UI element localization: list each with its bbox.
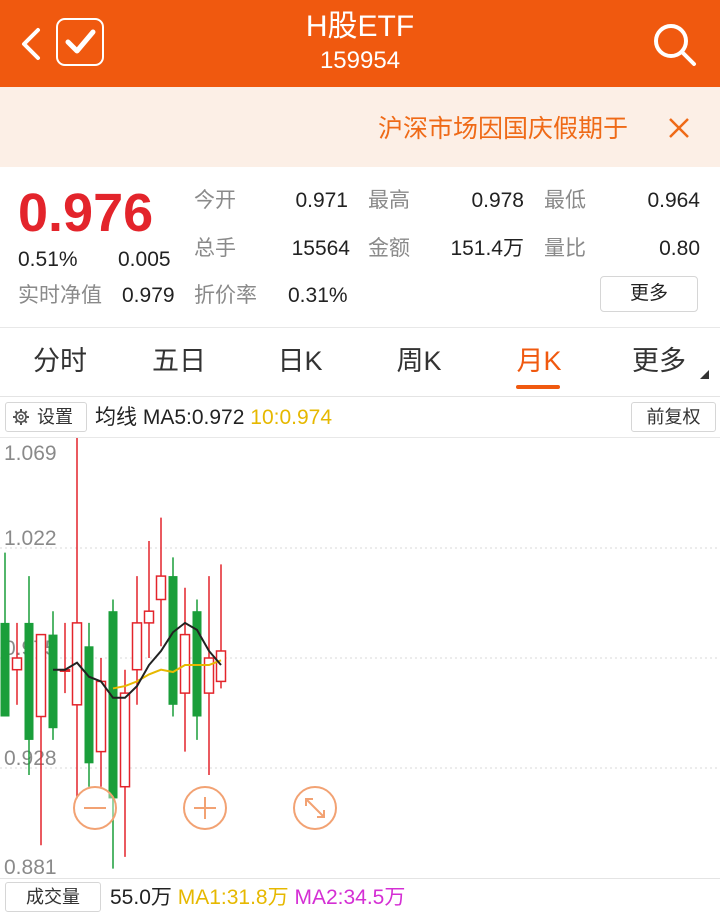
y-tick-label: 1.069 [4,442,57,465]
candle [24,576,34,776]
candle-body [24,622,34,740]
active-tab-indicator [516,385,560,389]
volume-ma1: MA1:31.8万 [177,886,289,909]
ma-legend: 均线 MA5:0.972 10:0.974 [95,405,332,431]
candle [11,622,23,705]
gear-icon [13,409,29,425]
candle-body [168,576,178,705]
nav-label: 实时净值 [18,284,102,307]
discount-value: 0.31% [288,284,348,307]
candle [192,599,202,740]
tab-five-day[interactable]: 五日 [124,344,234,378]
volume-label: 总手 [194,237,236,260]
chart-grid [0,547,720,769]
adjust-button[interactable]: 前复权 [631,402,716,432]
discount-label: 折价率 [194,284,257,307]
candle [48,611,58,740]
candle-body [131,622,143,671]
candle-body [179,633,191,694]
search-icon[interactable] [650,20,698,68]
candle [155,517,167,647]
y-tick-label: 0.928 [4,747,57,770]
candle-body [143,610,155,624]
candle-body [0,622,10,717]
page-title: H股ETF [305,10,415,43]
low-label: 最低 [544,189,586,212]
volume-ratio-value: 0.80 [659,237,700,260]
last-price: 0.976 [18,183,154,243]
fullscreen-icon[interactable] [292,785,338,831]
candle [95,658,107,787]
open-label: 今开 [194,189,236,212]
candle-body [108,611,118,799]
candle [215,564,227,689]
candle [203,576,215,776]
high-value: 0.978 [471,189,524,212]
candle [35,633,47,846]
more-quote-button[interactable]: 更多 [600,276,698,312]
candle-body [84,646,94,764]
stock-code: 159954 [319,47,401,74]
candle [179,587,191,752]
low-value: 0.964 [647,189,700,212]
tab-more[interactable]: 更多 [604,344,714,378]
candle-body [35,633,47,718]
ma-label: 均线 [95,406,137,429]
open-value: 0.971 [295,189,348,212]
amount-value: 151.4万 [450,237,524,260]
candle [0,552,10,717]
candle-body [11,657,23,671]
volume-value: 15564 [291,237,350,260]
notice-banner: 沪深市场因国庆假期于 [0,87,720,167]
y-tick-label: 0.881 [4,856,57,878]
y-tick-label: 1.022 [4,527,57,550]
top-bar: H股ETF 159954 [0,0,720,87]
volume-ratio-label: 量比 [544,237,586,260]
nav-value: 0.979 [122,284,175,307]
tab-weekly-k[interactable]: 周K [364,344,474,378]
candle [71,438,83,799]
ma10-legend: 10:0.974 [250,406,333,429]
close-icon[interactable] [664,113,694,143]
zoom-in-icon[interactable] [182,785,228,831]
settings-label: 设置 [37,407,73,427]
settings-button[interactable]: 设置 [5,402,87,432]
amount-label: 金额 [368,237,410,260]
tab-monthly-k[interactable]: 月K [484,344,594,378]
volume-value: 55.0万 [110,886,172,909]
candle-body [215,650,227,683]
tab-intraday[interactable]: 分时 [5,344,115,378]
candle-body [119,692,131,788]
volume-legend: 55.0万 MA1:31.8万 MA2:34.5万 [110,885,405,911]
change-value: 0.005 [118,248,171,271]
candle [84,622,94,787]
change-percent: 0.51% [18,248,78,271]
volume-ma2: MA2:34.5万 [294,886,406,909]
zoom-out-icon[interactable] [72,785,118,831]
ma5-legend: MA5:0.972 [142,406,245,429]
dropdown-triangle-icon [700,370,709,379]
candle-body [48,634,58,729]
candle-body [155,575,167,601]
volume-button[interactable]: 成交量 [5,882,101,912]
candle-body [95,680,107,753]
candle [143,540,155,658]
notice-text[interactable]: 沪深市场因国庆假期于 [378,113,638,145]
tab-daily-k[interactable]: 日K [245,344,355,378]
high-label: 最高 [368,189,410,212]
